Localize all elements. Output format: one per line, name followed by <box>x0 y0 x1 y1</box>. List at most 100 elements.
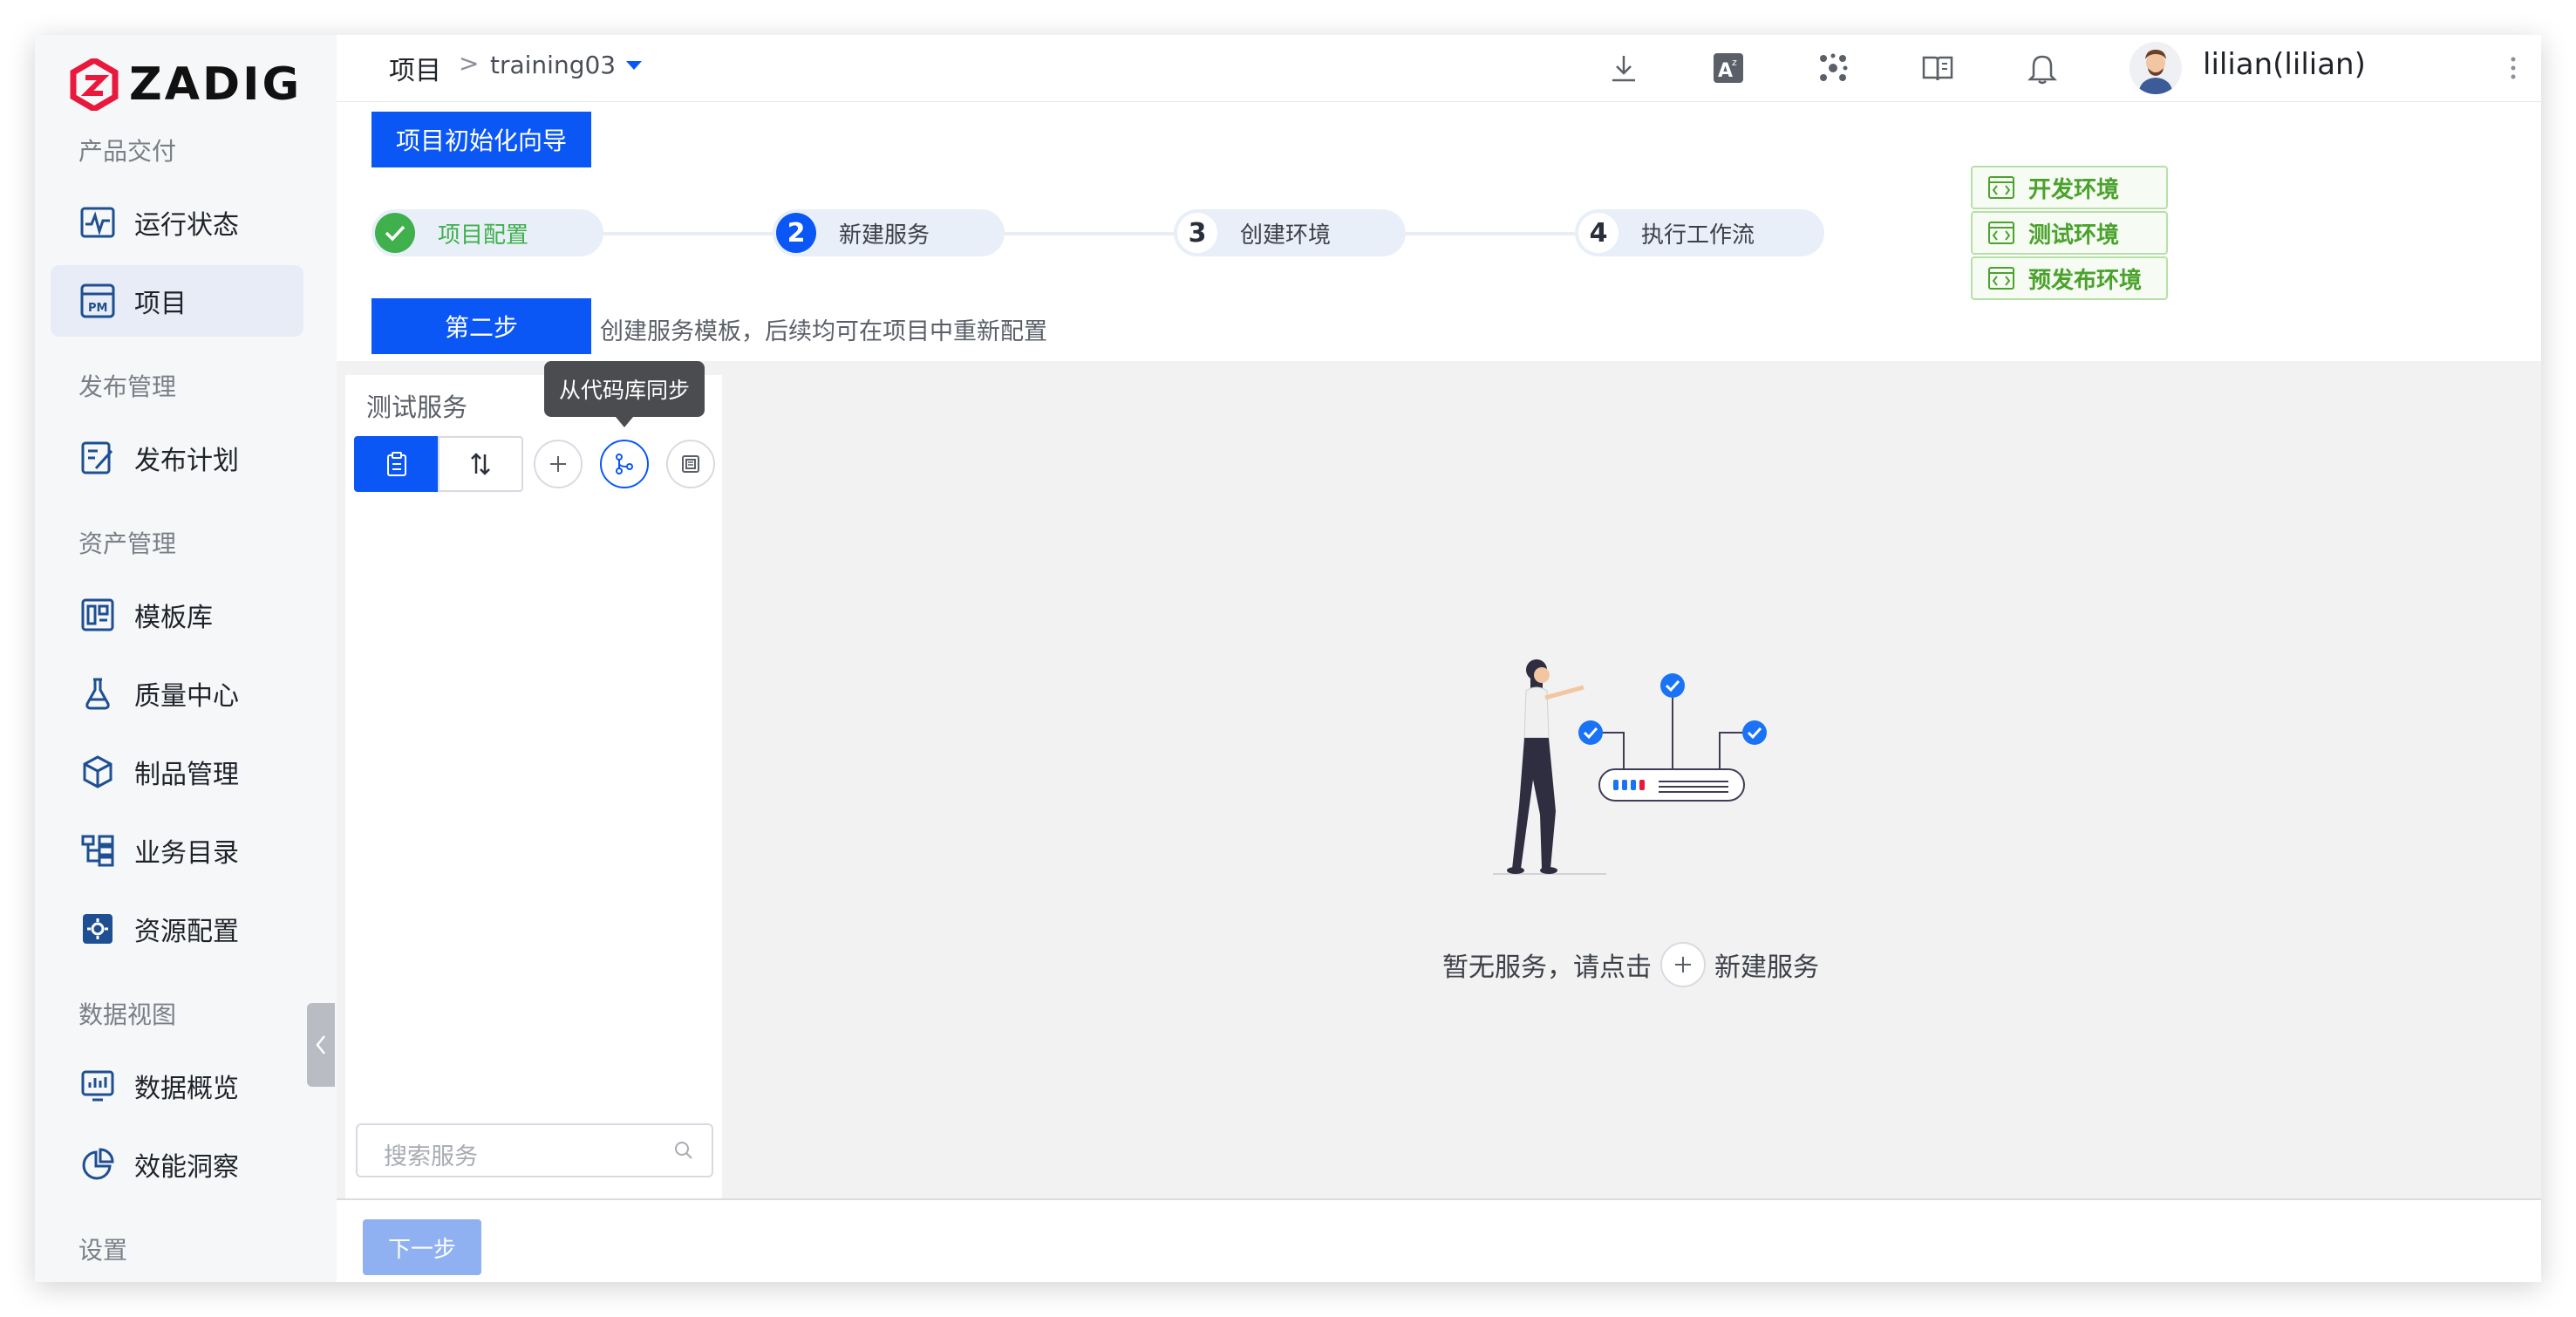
env-tag-staging[interactable]: 预发布环境 <box>1971 256 2168 300</box>
sidebar-item-status[interactable]: 运行状态 <box>51 187 303 258</box>
translate-icon[interactable]: Az <box>1707 47 1749 89</box>
sidebar-item-label: 运行状态 <box>134 210 239 241</box>
plus-icon <box>1675 957 1691 972</box>
sidebar: ZADIG 产品交付 运行状态 PM 项目 发布管理 发布计划 资产管理 模板库… <box>35 35 337 1282</box>
code-window-icon <box>1988 267 2014 290</box>
sidebar-item-insights[interactable]: 效能洞察 <box>51 1129 303 1200</box>
dashboard-icon <box>78 1067 117 1105</box>
sidebar-item-data-overview[interactable]: 数据概览 <box>51 1050 303 1122</box>
empty-illustration <box>1493 659 1767 875</box>
sync-from-repo-button[interactable] <box>600 440 649 488</box>
git-branch-icon <box>616 454 633 474</box>
sidebar-collapse-button[interactable] <box>307 1003 335 1087</box>
brand-name: ZADIG <box>129 58 303 111</box>
catalog-icon <box>78 831 117 870</box>
more-icon[interactable] <box>2492 47 2534 89</box>
step-create-env[interactable]: 3 创建环境 <box>1174 209 1406 256</box>
step-number: 4 <box>1578 213 1619 253</box>
search-icon <box>675 1142 692 1159</box>
env-tag-label: 开发环境 <box>2028 176 2120 203</box>
project-pm-icon: PM <box>78 282 117 320</box>
project-name: training03 <box>490 51 617 79</box>
template-import-icon <box>682 455 699 473</box>
step-run-workflow[interactable]: 4 执行工作流 <box>1575 209 1824 256</box>
empty-state-message: 暂无服务，请点击 新建服务 <box>1442 942 1819 987</box>
sidebar-item-label: 模板库 <box>134 603 213 633</box>
pie-icon <box>78 1145 117 1184</box>
sort-button[interactable] <box>438 436 523 492</box>
group-data: 数据视图 <box>78 1000 177 1029</box>
template-icon <box>78 596 117 634</box>
gear-box-icon <box>78 910 117 948</box>
sidebar-item-label: 资源配置 <box>134 917 239 947</box>
env-tag-dev[interactable]: 开发环境 <box>1971 166 2168 209</box>
import-template-button[interactable] <box>666 440 715 488</box>
step-new-service[interactable]: 2 新建服务 <box>773 209 1005 256</box>
group-assets: 资产管理 <box>78 529 177 558</box>
sidebar-item-label: 项目 <box>134 289 187 319</box>
sidebar-item-project[interactable]: PM 项目 <box>51 265 303 337</box>
env-tag-label: 预发布环境 <box>2028 267 2143 294</box>
env-tag-label: 测试环境 <box>2028 222 2120 249</box>
zadig-logo-icon <box>70 58 119 111</box>
plugins-icon[interactable] <box>1812 47 1854 89</box>
app-window: ZADIG 产品交付 运行状态 PM 项目 发布管理 发布计划 资产管理 模板库… <box>35 35 2541 1282</box>
sidebar-item-catalog[interactable]: 业务目录 <box>51 815 303 886</box>
list-view-button[interactable] <box>354 436 440 492</box>
chevron-left-icon <box>316 1035 325 1054</box>
zadig-logo[interactable]: ZADIG <box>70 54 302 115</box>
avatar[interactable] <box>2130 42 2182 94</box>
wizard-footer <box>337 1198 2541 1282</box>
group-release: 发布管理 <box>78 372 177 401</box>
sidebar-item-label: 业务目录 <box>134 838 239 869</box>
service-panel <box>345 375 722 1198</box>
code-window-icon <box>1988 176 2014 199</box>
breadcrumb-separator: > <box>459 49 480 78</box>
svg-text:z: z <box>1732 57 1737 68</box>
sidebar-item-label: 发布计划 <box>134 446 239 476</box>
project-selector[interactable]: training03 <box>490 51 644 79</box>
sidebar-item-artifacts[interactable]: 制品管理 <box>51 736 303 808</box>
service-panel-title: 测试服务 <box>366 392 468 422</box>
service-search-input[interactable]: 搜索服务 <box>356 1123 713 1177</box>
flask-icon <box>78 674 117 713</box>
sidebar-item-resources[interactable]: 资源配置 <box>51 893 303 965</box>
plus-icon <box>550 456 566 472</box>
clipboard-icon <box>387 452 406 476</box>
sync-tooltip: 从代码库同步 <box>544 361 705 427</box>
step-number: 2 <box>776 213 816 253</box>
step-description: 创建服务模板，后续均可在项目中重新配置 <box>600 318 1047 345</box>
bell-icon[interactable] <box>2021 47 2063 89</box>
sidebar-item-release-plan[interactable]: 发布计划 <box>51 422 303 494</box>
env-tag-test[interactable]: 测试环境 <box>1971 211 2168 255</box>
empty-suffix: 新建服务 <box>1714 952 1819 983</box>
caret-down-icon <box>626 60 643 70</box>
group-delivery: 产品交付 <box>78 137 177 166</box>
svg-text:A: A <box>1718 60 1733 82</box>
breadcrumb-projects[interactable]: 项目 <box>389 49 441 87</box>
inline-add-service-button[interactable] <box>1660 942 1706 987</box>
sidebar-item-label: 制品管理 <box>134 760 239 790</box>
package-icon <box>78 753 117 791</box>
sidebar-item-label: 数据概览 <box>134 1074 239 1104</box>
sidebar-item-quality[interactable]: 质量中心 <box>51 658 303 729</box>
sidebar-item-label: 质量中心 <box>134 681 239 712</box>
check-icon <box>375 213 415 253</box>
wizard-title: 项目初始化向导 <box>371 112 591 167</box>
sort-icon <box>471 453 490 475</box>
next-step-button[interactable]: 下一步 <box>363 1219 481 1275</box>
docs-icon[interactable] <box>1917 47 1959 89</box>
search-placeholder: 搜索服务 <box>384 1143 478 1170</box>
step-project-config[interactable]: 项目配置 <box>371 209 603 256</box>
step-label: 新建服务 <box>839 222 930 249</box>
step-label: 执行工作流 <box>1641 222 1755 249</box>
add-service-button[interactable] <box>534 440 583 488</box>
release-plan-icon <box>78 439 117 477</box>
empty-prefix: 暂无服务，请点击 <box>1442 952 1652 983</box>
code-window-icon <box>1988 222 2014 244</box>
pulse-icon <box>78 203 117 242</box>
step-label: 创建环境 <box>1240 222 1332 249</box>
download-icon[interactable] <box>1603 47 1645 89</box>
username[interactable]: lilian(lilian) <box>2203 47 2366 82</box>
sidebar-item-templates[interactable]: 模板库 <box>51 579 303 651</box>
